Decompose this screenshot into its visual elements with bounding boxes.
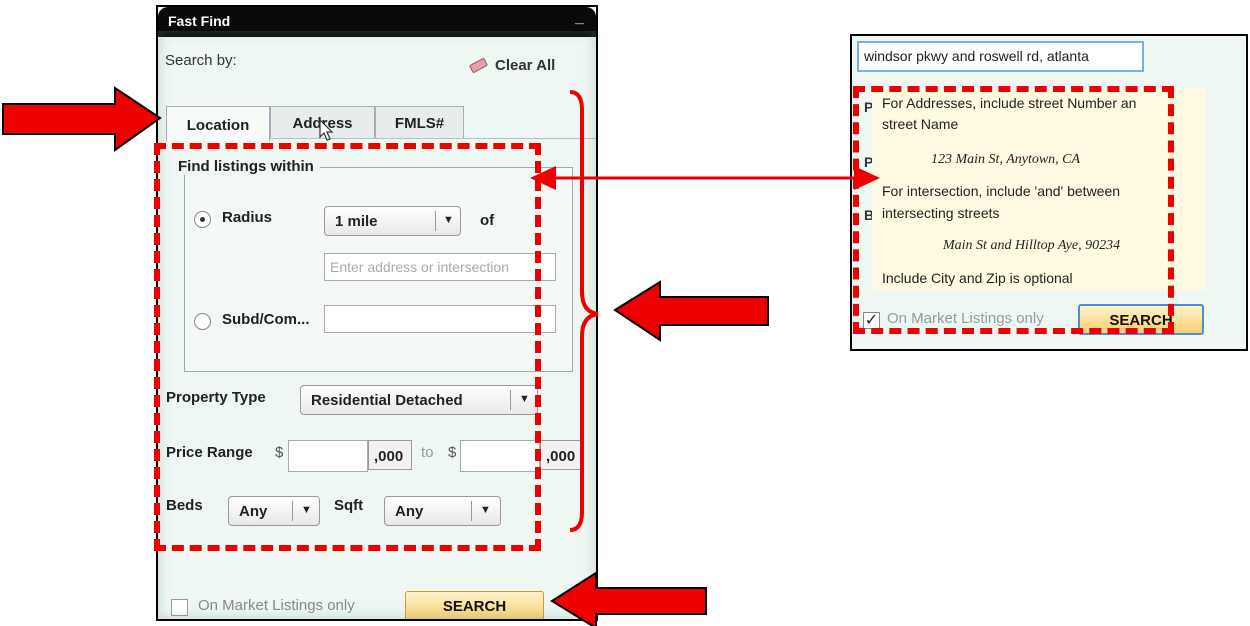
sqft-label: Sqft bbox=[334, 497, 364, 514]
subdivision-label: Subd/Com... bbox=[222, 311, 310, 328]
tooltip-line: For intersection, include 'and' between bbox=[882, 183, 1121, 199]
radius-select[interactable]: 1 mile ▼ bbox=[324, 206, 461, 236]
property-type-label: Property Type bbox=[166, 389, 266, 406]
address-search-panel: windsor pkwy and roswell rd, atlanta P P… bbox=[850, 34, 1248, 351]
price-min-currency: $ bbox=[275, 444, 284, 461]
search-button[interactable]: SEARCH bbox=[405, 591, 544, 619]
tooltip-line: For Addresses, include street Number an bbox=[882, 95, 1137, 111]
select-separator bbox=[435, 211, 436, 231]
eraser-icon bbox=[468, 57, 489, 74]
property-type-selected: Residential Detached bbox=[311, 392, 463, 409]
chevron-down-icon: ▼ bbox=[519, 393, 530, 405]
price-range-label: Price Range bbox=[166, 444, 253, 461]
of-label: of bbox=[480, 212, 495, 229]
beds-select[interactable]: Any ▼ bbox=[228, 496, 320, 526]
panel-title: Fast Find bbox=[168, 13, 231, 29]
pointer-cursor-icon bbox=[319, 119, 334, 141]
select-separator bbox=[471, 501, 472, 521]
sqft-selected: Any bbox=[395, 503, 424, 520]
subdivision-radio[interactable] bbox=[194, 313, 211, 330]
tooltip-example: Main St and Hilltop Aye, 90234 bbox=[943, 238, 1121, 253]
select-separator bbox=[292, 501, 293, 521]
tooltip-example: 123 Main St, Anytown, CA bbox=[931, 152, 1081, 167]
price-max-input[interactable] bbox=[460, 440, 540, 472]
clear-all-label: Clear All bbox=[495, 57, 556, 74]
address-input[interactable] bbox=[324, 253, 556, 281]
panel-titlebar: Fast Find _ bbox=[158, 7, 596, 37]
subdivision-input[interactable] bbox=[324, 305, 556, 333]
on-market-checkbox[interactable] bbox=[171, 599, 188, 616]
tooltip-line: intersecting streets bbox=[882, 205, 1000, 221]
on-market-label: On Market Listings only bbox=[887, 310, 1044, 327]
address-help-tooltip: For Addresses, include street Number an … bbox=[872, 88, 1206, 291]
radius-label: Radius bbox=[222, 209, 273, 226]
price-to-label: to bbox=[421, 444, 434, 461]
fast-find-panel: Fast Find _ Search by: Clear All Locatio… bbox=[156, 5, 598, 621]
minimize-icon[interactable]: _ bbox=[575, 9, 584, 27]
chevron-down-icon: ▼ bbox=[480, 504, 491, 516]
find-listings-legend: Find listings within bbox=[178, 158, 320, 175]
beds-label: Beds bbox=[166, 497, 203, 514]
radius-selected-value: 1 mile bbox=[335, 213, 378, 230]
select-separator bbox=[510, 390, 511, 410]
tooltip-line: Include City and Zip is optional bbox=[882, 270, 1073, 286]
address-search-button[interactable]: SEARCH bbox=[1078, 304, 1204, 335]
tab-fmls[interactable]: FMLS# bbox=[375, 106, 464, 139]
chevron-down-icon: ▼ bbox=[443, 214, 454, 226]
price-min-input[interactable] bbox=[288, 440, 368, 472]
price-min-suffix: ,000 bbox=[368, 440, 412, 470]
search-by-label: Search by: bbox=[165, 52, 237, 69]
sqft-select[interactable]: Any ▼ bbox=[384, 496, 501, 526]
property-type-select[interactable]: Residential Detached ▼ bbox=[300, 385, 538, 415]
right-arrow-icon bbox=[2, 86, 162, 152]
left-arrow-icon bbox=[613, 280, 769, 342]
chevron-down-icon: ▼ bbox=[301, 504, 312, 516]
radius-radio[interactable] bbox=[194, 211, 211, 228]
tab-location[interactable]: Location bbox=[166, 106, 270, 141]
tooltip-line: street Name bbox=[882, 116, 959, 132]
on-market-label: On Market Listings only bbox=[198, 597, 355, 614]
price-max-suffix: ,000 bbox=[540, 440, 584, 470]
address-search-input[interactable]: windsor pkwy and roswell rd, atlanta bbox=[857, 41, 1144, 72]
price-max-currency: $ bbox=[448, 444, 457, 461]
on-market-checkbox-checked[interactable]: ✓ bbox=[863, 312, 880, 329]
clear-all-button[interactable]: Clear All bbox=[468, 57, 556, 74]
beds-selected: Any bbox=[239, 503, 268, 520]
